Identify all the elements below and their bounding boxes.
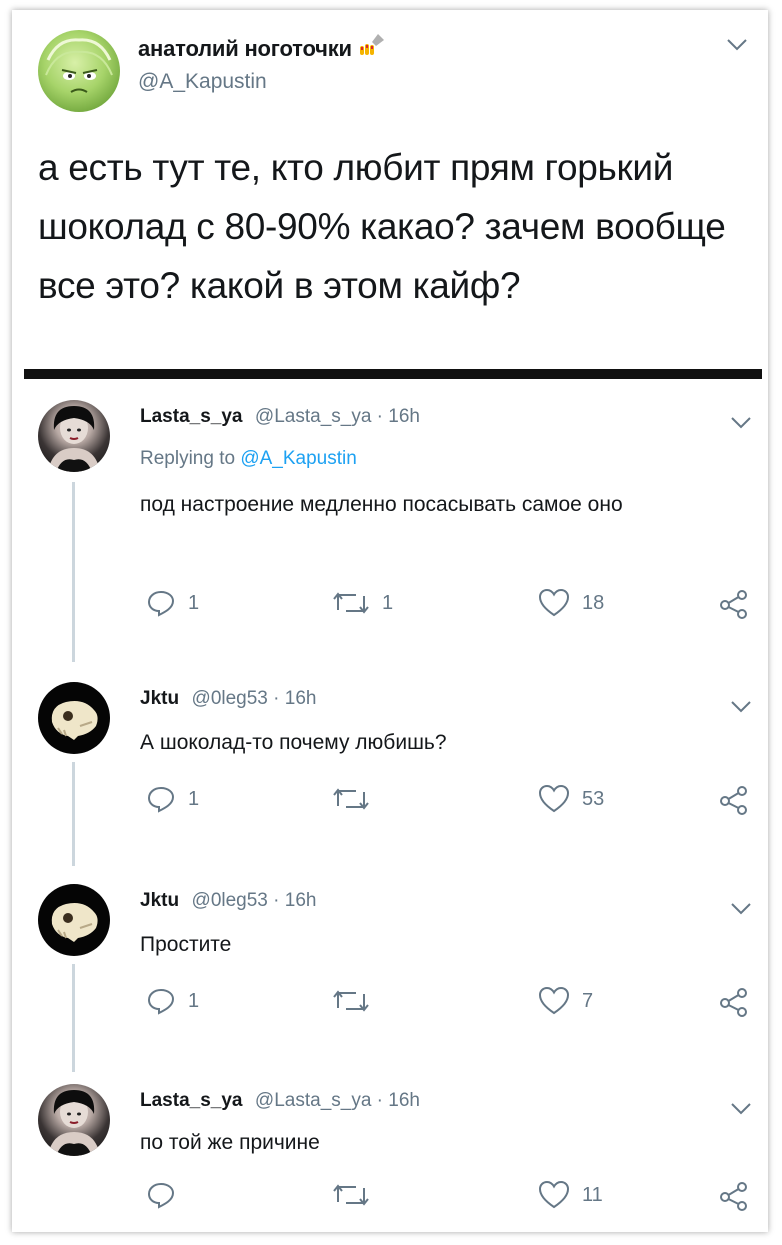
reply-avatar[interactable] — [38, 884, 110, 956]
reply-meta[interactable]: @Lasta_s_ya · 16h — [255, 406, 420, 427]
retweet-button[interactable] — [332, 1180, 382, 1210]
heart-icon — [538, 588, 570, 617]
retweet-button[interactable]: 1 — [332, 588, 393, 618]
replying-to-handle-link[interactable]: @A_Kapustin — [240, 448, 356, 469]
reply-author-name[interactable]: Lasta_s_ya — [140, 406, 242, 427]
retweet-button[interactable] — [332, 986, 382, 1016]
reply-icon — [147, 988, 175, 1015]
reply-header: Jktu @0leg53 · 16h — [140, 688, 316, 710]
tweet-text: а есть тут те, кто любит прям горький шо… — [38, 147, 726, 306]
share-icon — [720, 988, 747, 1017]
chevron-down-icon[interactable] — [730, 902, 752, 916]
reply-count: 1 — [188, 591, 200, 614]
heart-icon — [538, 1180, 570, 1209]
reply-meta[interactable]: @Lasta_s_ya · 16h — [255, 1090, 420, 1111]
reply-avatar[interactable] — [38, 1084, 110, 1156]
thread-line — [72, 482, 75, 662]
like-button[interactable]: 53 — [538, 784, 604, 814]
like-button[interactable]: 18 — [538, 588, 604, 618]
reply-text: по той же причине — [140, 1131, 320, 1154]
share-icon — [720, 1182, 747, 1211]
share-icon — [720, 590, 747, 619]
reply-icon — [147, 590, 175, 617]
reply-meta[interactable]: @0leg53 · 16h — [192, 688, 317, 709]
reply-button[interactable]: 1 — [146, 986, 199, 1016]
user-handle[interactable]: @A_Kapustin — [138, 70, 267, 94]
reply-icon — [147, 786, 175, 813]
reply-button[interactable]: 1 — [146, 588, 199, 618]
like-count: 7 — [582, 989, 594, 1012]
chevron-down-icon[interactable] — [730, 1102, 752, 1116]
replying-to: Replying to @A_Kapustin — [140, 448, 357, 470]
reply-author-name[interactable]: Jktu — [140, 688, 179, 709]
retweet-icon — [333, 592, 369, 614]
reply-text: А шоколад-то почему любишь? — [140, 731, 447, 754]
reply-button[interactable] — [146, 1180, 188, 1210]
display-name[interactable]: анатолий ноготочки — [138, 32, 386, 64]
reply-count: 1 — [188, 989, 200, 1012]
reply-meta[interactable]: @0leg53 · 16h — [192, 890, 317, 911]
replying-to-label: Replying to — [140, 448, 236, 469]
like-count: 53 — [582, 787, 605, 810]
reply-text: Простите — [140, 933, 232, 956]
share-button[interactable] — [718, 986, 750, 1018]
reply-author-name[interactable]: Jktu — [140, 890, 179, 911]
reply-count: 1 — [188, 787, 200, 810]
nail-polish-icon — [358, 32, 386, 64]
reply-avatar[interactable] — [38, 400, 110, 472]
reply-header: Lasta_s_ya @Lasta_s_ya · 16h — [140, 1090, 420, 1112]
like-count: 18 — [582, 591, 605, 614]
like-button[interactable]: 11 — [538, 1180, 603, 1210]
reply-text: под настроение медленно посасывать самое… — [140, 493, 623, 516]
thread-line — [72, 762, 75, 866]
chevron-down-icon[interactable] — [730, 416, 752, 430]
like-count: 11 — [582, 1183, 603, 1206]
share-icon — [720, 786, 747, 815]
retweet-count: 1 — [382, 591, 394, 614]
share-button[interactable] — [718, 588, 750, 620]
share-button[interactable] — [718, 1180, 750, 1212]
heart-icon — [538, 986, 570, 1015]
retweet-icon — [333, 788, 369, 810]
thread-line — [72, 964, 75, 1072]
reply-icon — [147, 1182, 175, 1209]
reply-header: Lasta_s_ya @Lasta_s_ya · 16h — [140, 406, 420, 428]
reply-author-name[interactable]: Lasta_s_ya — [140, 1090, 242, 1111]
reply-header: Jktu @0leg53 · 16h — [140, 890, 316, 912]
display-name-text: анатолий ноготочки — [138, 36, 352, 61]
heart-icon — [538, 784, 570, 813]
share-button[interactable] — [718, 784, 750, 816]
like-button[interactable]: 7 — [538, 986, 593, 1016]
retweet-icon — [333, 990, 369, 1012]
retweet-button[interactable] — [332, 784, 382, 814]
user-avatar[interactable] — [38, 30, 120, 112]
chevron-down-icon[interactable] — [730, 700, 752, 714]
chevron-down-icon[interactable] — [726, 38, 748, 52]
divider — [24, 369, 762, 379]
tweet-screenshot-frame: анатолий ноготочки @A_Kapustin а есть ту… — [12, 10, 768, 1232]
retweet-icon — [333, 1184, 369, 1206]
reply-button[interactable]: 1 — [146, 784, 199, 814]
reply-avatar[interactable] — [38, 682, 110, 754]
